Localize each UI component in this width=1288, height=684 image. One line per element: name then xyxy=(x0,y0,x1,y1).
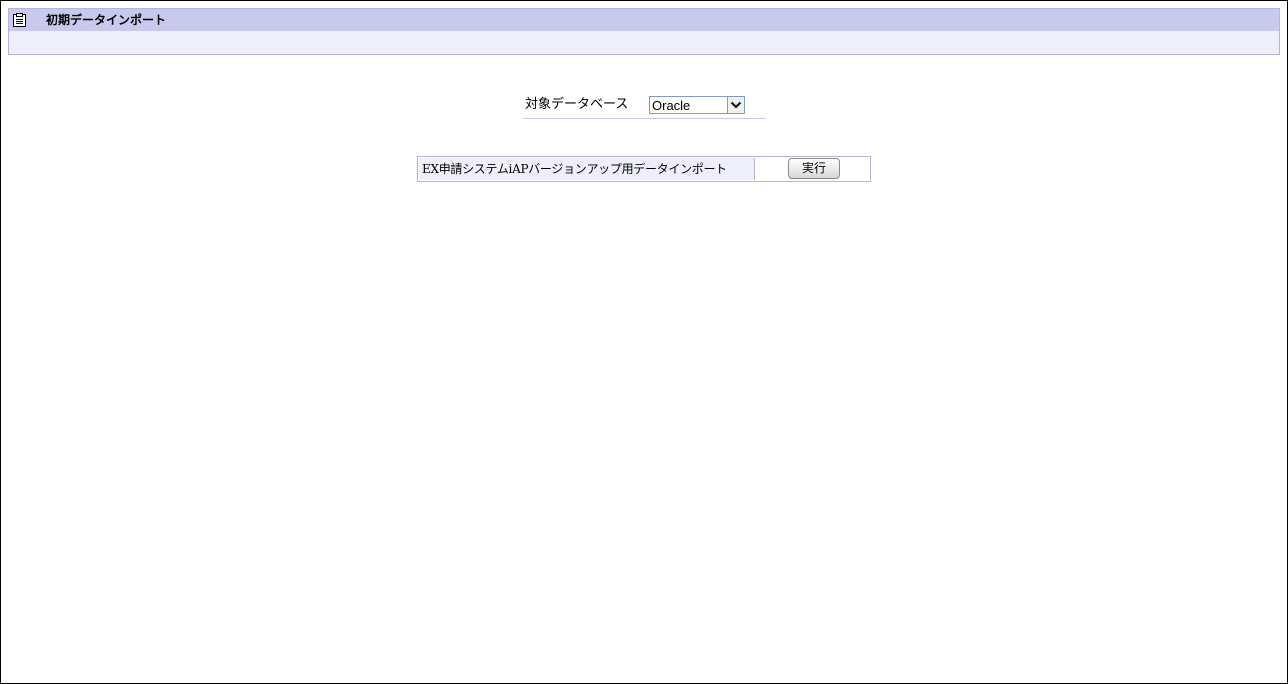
chevron-down-icon[interactable] xyxy=(727,97,744,113)
run-button[interactable]: 実行 xyxy=(788,158,840,179)
import-label-cell: EX申請システムiAPバージョンアップ用データインポート xyxy=(419,158,755,180)
clipboard-icon xyxy=(13,12,26,27)
database-row: 対象データベース Oracle xyxy=(523,93,766,119)
database-select[interactable]: Oracle xyxy=(649,96,745,114)
page-frame: 初期データインポート 対象データベース Oracle EX申請システムiAPバー… xyxy=(0,0,1288,684)
header-bar: 初期データインポート xyxy=(9,9,1279,31)
database-select-value: Oracle xyxy=(652,98,691,113)
page-title: 初期データインポート xyxy=(46,13,167,27)
import-table: EX申請システムiAPバージョンアップ用データインポート 実行 xyxy=(417,156,871,182)
import-label: EX申請システムiAPバージョンアップ用データインポート xyxy=(422,162,727,176)
page-header: 初期データインポート xyxy=(8,8,1280,55)
database-label: 対象データベース xyxy=(525,97,629,112)
